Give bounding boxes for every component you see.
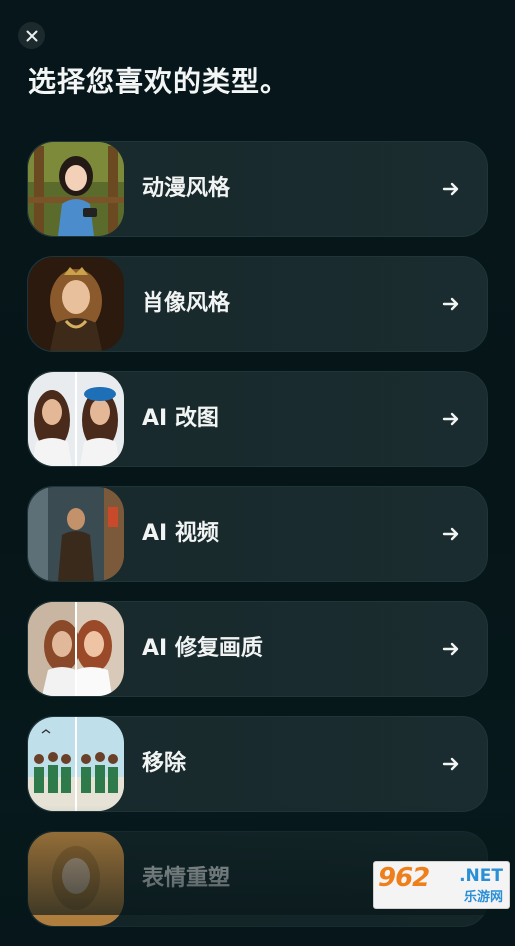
arrow-right-icon [441, 179, 461, 199]
option-remove[interactable]: 移除 [27, 716, 488, 812]
option-label: AI 修复画质 [142, 636, 263, 661]
option-label: 动漫风格 [142, 176, 231, 201]
option-ai-edit[interactable]: AI 改图 [27, 371, 488, 467]
arrow-right-icon [441, 294, 461, 314]
arrow-right-icon [441, 524, 461, 544]
watermark-subtitle: 乐游网 [463, 890, 503, 905]
arrow-right-icon [441, 639, 461, 659]
remove-thumbnail [28, 717, 124, 811]
option-anime-style[interactable]: 动漫风格 [27, 141, 488, 237]
page-title: 选择您喜欢的类型。 [28, 65, 290, 98]
close-icon [26, 30, 37, 41]
watermark-logo: 962 .NET 乐游网 [373, 861, 510, 909]
portrait-thumbnail [28, 257, 124, 351]
option-portrait-style[interactable]: 肖像风格 [27, 256, 488, 352]
style-options-list: 动漫风格 肖像风格 AI 改图 AI 视频 AI 修复画质 移除 表情重塑 [27, 141, 488, 946]
ai-restore-thumbnail [28, 602, 124, 696]
watermark-brand: 962 [378, 863, 430, 893]
option-label: 肖像风格 [142, 291, 231, 316]
option-label: 表情重塑 [142, 866, 231, 891]
option-label: AI 视频 [142, 521, 219, 546]
option-ai-restore-quality[interactable]: AI 修复画质 [27, 601, 488, 697]
option-label: AI 改图 [142, 406, 219, 431]
arrow-right-icon [441, 754, 461, 774]
watermark-domain: .NET [459, 866, 503, 886]
anime-girl-thumbnail [28, 142, 124, 236]
ai-edit-thumbnail [28, 372, 124, 466]
option-ai-video[interactable]: AI 视频 [27, 486, 488, 582]
ai-video-thumbnail [28, 487, 124, 581]
arrow-right-icon [441, 409, 461, 429]
expression-thumbnail [28, 832, 124, 926]
option-label: 移除 [142, 751, 187, 776]
close-button[interactable] [18, 22, 45, 49]
